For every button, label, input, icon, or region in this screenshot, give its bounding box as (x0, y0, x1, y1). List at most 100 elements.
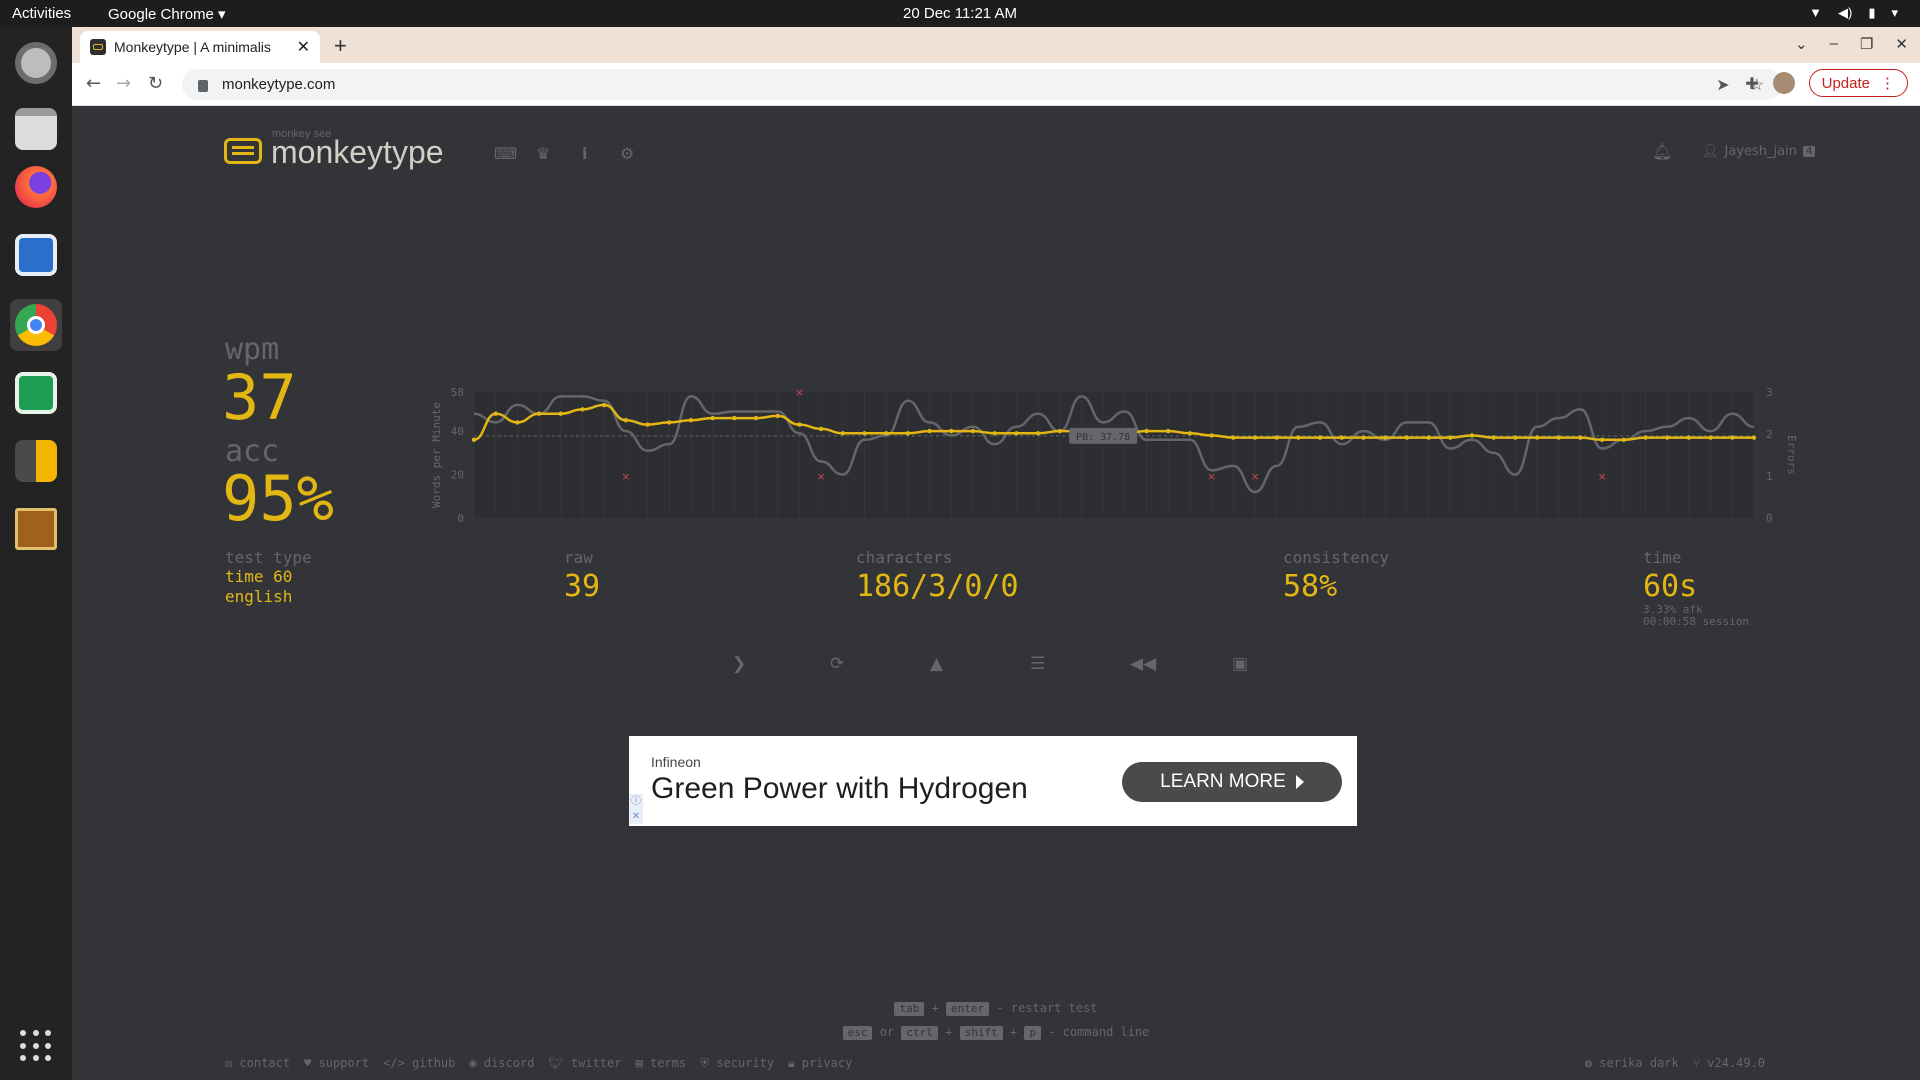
acc-value[interactable]: 95% (222, 462, 334, 535)
footer-privacy[interactable]: 🔒︎ privacy (788, 1056, 852, 1071)
document-icon: ▤ (635, 1056, 643, 1070)
replay-rewind-icon[interactable]: ◀◀ (1130, 654, 1156, 674)
lock-icon (198, 79, 208, 92)
wpm-point (471, 437, 477, 442)
system-tray[interactable]: ▼ ◀) ▮ ▾ (1809, 5, 1898, 21)
error-marker: × (795, 386, 804, 399)
raw-label: raw (564, 548, 593, 567)
ad-learn-more-button[interactable]: LEARN MORE (1122, 762, 1342, 802)
writer-icon (15, 234, 57, 276)
tab-search-icon[interactable]: ⌄ (1795, 35, 1808, 53)
next-test-icon[interactable]: ❯ (732, 654, 746, 674)
clock[interactable]: 20 Dec 11:21 AM (0, 5, 1920, 22)
wpm-point (1382, 435, 1388, 440)
wpm-value[interactable]: 37 (222, 361, 297, 434)
chevron-down-icon: ▾ (1891, 5, 1898, 20)
dock-calc-sheet[interactable] (10, 367, 62, 419)
advertisement-banner[interactable]: Infineon Green Power with Hydrogen LEARN… (629, 736, 1357, 826)
level-badge: 4 (1802, 146, 1816, 157)
send-icon[interactable]: ➤ (1716, 75, 1729, 95)
dock-firefox[interactable] (10, 161, 62, 213)
raw-stat[interactable]: raw 39 (564, 548, 600, 604)
time-extra: 3.33% afk 00:00:58 session (1643, 604, 1749, 628)
dock-writer[interactable] (10, 229, 62, 281)
footer-theme[interactable]: ◍ serika dark (1585, 1056, 1679, 1070)
profile-avatar[interactable] (1772, 72, 1795, 94)
footer-security[interactable]: ⛨ security (700, 1056, 774, 1071)
code-icon: </> (383, 1056, 405, 1070)
footer-github[interactable]: </> github (383, 1056, 455, 1071)
y-tick-label: 58 (451, 386, 464, 399)
wpm-point (927, 428, 932, 434)
forward-icon[interactable]: → (116, 73, 131, 94)
keyboard-icon[interactable]: ⌨ (494, 144, 517, 163)
dock-dosbox[interactable] (10, 503, 62, 555)
wpm-point (862, 431, 867, 436)
show-words-history-icon[interactable]: ☰ (1030, 654, 1045, 674)
tab-monkeytype[interactable]: Monkeytype | A minimalis ✕ (80, 31, 320, 63)
ad-choices-icon[interactable]: ⓘ ✕ (629, 794, 643, 824)
update-button[interactable]: Update ⋮ (1808, 69, 1908, 97)
wpm-point (1556, 435, 1561, 440)
app-menu[interactable]: Google Chrome ▾ (108, 5, 226, 23)
logo-text[interactable]: monkeytype (271, 134, 444, 171)
screenshot-image-icon[interactable]: ▣ (1232, 654, 1248, 674)
wpm-point (623, 418, 629, 423)
close-tab-icon[interactable]: ✕ (297, 37, 310, 57)
footer-discord[interactable]: ◉ discord (469, 1056, 534, 1071)
wpm-point (1209, 433, 1214, 438)
account-button[interactable]: 👤︎ Jayesh_jain 4 (1702, 144, 1816, 159)
result-chart[interactable]: 0204058012313579111315171921232527293133… (352, 336, 1872, 526)
dock (0, 27, 72, 1080)
ad-headline[interactable]: Green Power with Hydrogen (651, 772, 1028, 806)
dosbox-icon (15, 508, 57, 550)
footer-version[interactable]: ⑂ v24.49.0 (1693, 1056, 1765, 1070)
report-warning-icon[interactable]: ▲ (930, 654, 943, 674)
wpm-point (1317, 435, 1323, 440)
wpm-point (775, 413, 780, 419)
wpm-point (753, 415, 759, 421)
notifications-bell-icon[interactable]: 🔔︎ (1652, 142, 1672, 161)
back-icon[interactable]: ← (86, 73, 101, 94)
consistency-stat[interactable]: consistency 58% (1283, 548, 1389, 604)
close-window-icon[interactable]: ✕ (1895, 35, 1908, 53)
dock-files[interactable] (10, 103, 62, 155)
key-tab: tab (894, 1002, 925, 1016)
dock-settings[interactable] (10, 37, 62, 89)
restart-test-icon[interactable]: ⟳ (830, 654, 844, 674)
new-tab-icon[interactable]: + (334, 33, 347, 59)
activities-button[interactable]: Activities (12, 5, 71, 22)
footer-contact[interactable]: ✉ contact (225, 1056, 290, 1071)
wpm-point (1035, 431, 1041, 436)
characters-stat[interactable]: characters 186/3/0/0 (856, 548, 1019, 604)
y-tick-label: 40 (451, 425, 464, 438)
extensions-icon[interactable]: ✚ (1745, 74, 1758, 93)
browser-toolbar: ← → ↻ monkeytype.com ➤ ☆ ✚ Update ⋮ (72, 63, 1920, 106)
footer-twitter[interactable]: 🐦︎ twitter (548, 1056, 621, 1071)
battery-icon: ▮ (1868, 5, 1876, 20)
restore-icon[interactable]: ❐ (1860, 35, 1873, 53)
footer-terms[interactable]: ▤ terms (635, 1056, 686, 1071)
settings-gear-icon[interactable]: ⚙ (620, 144, 634, 163)
reload-icon[interactable]: ↻ (148, 73, 163, 94)
wpm-point (905, 431, 911, 436)
footer-support[interactable]: ♥ support (304, 1056, 369, 1071)
show-applications-icon[interactable] (20, 1030, 52, 1062)
dock-calculator[interactable] (10, 435, 62, 487)
wpm-point (1252, 435, 1258, 440)
leaderboard-crown-icon[interactable]: ♛ (536, 144, 550, 163)
about-info-icon[interactable]: i (582, 144, 587, 163)
wpm-point (1665, 435, 1670, 440)
username: Jayesh_jain (1724, 144, 1797, 159)
wpm-point (710, 415, 715, 421)
dock-chrome[interactable] (10, 299, 62, 351)
time-stat[interactable]: time 60s 3.33% afk 00:00:58 session (1643, 548, 1749, 628)
wpm-point (1686, 435, 1692, 440)
minimize-icon[interactable]: – (1830, 35, 1838, 53)
wpm-point (558, 411, 563, 416)
palette-icon: ◍ (1584, 1056, 1593, 1070)
address-bar[interactable]: monkeytype.com ➤ ☆ (182, 69, 1782, 100)
wpm-point (1187, 431, 1193, 436)
kebab-menu-icon: ⋮ (1880, 75, 1895, 92)
keyboard-logo-icon[interactable] (224, 138, 262, 164)
